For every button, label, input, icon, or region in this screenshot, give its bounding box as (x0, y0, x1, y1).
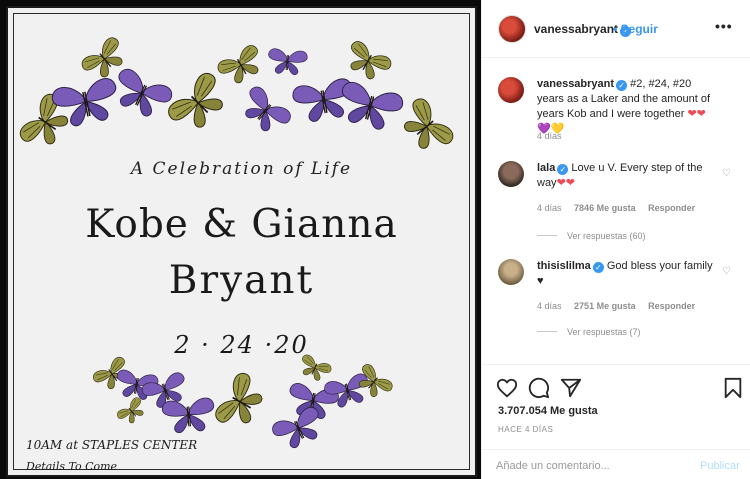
comment-meta: 4 días 2751 Me gusta Responder (537, 301, 705, 311)
bookmark-icon[interactable] (722, 377, 744, 399)
divider (537, 331, 557, 332)
share-icon[interactable] (560, 377, 582, 399)
comment-input[interactable] (496, 460, 686, 472)
comment-message: God bless your family (606, 260, 713, 272)
comment-likes[interactable]: 2751 Me gusta (574, 301, 636, 311)
follow-button[interactable]: • Seguir (613, 22, 658, 36)
verified-icon: ✓ (616, 80, 628, 91)
comment-text: lala ✓ Love u V. Every step of the way❤❤ (537, 161, 717, 191)
comment-emoji: ♥ (537, 275, 544, 287)
view-replies[interactable]: Ver respuestas (60) (537, 231, 646, 241)
like-comment-icon[interactable]: ♡ (722, 168, 731, 179)
like-comment-icon[interactable]: ♡ (722, 266, 731, 277)
celebration-heading: A Celebration of Life (130, 159, 353, 179)
invitation-card: A Celebration of Life Kobe & Gianna Brya… (6, 6, 477, 477)
caption-username[interactable]: vanessabryant (537, 78, 614, 90)
avatar[interactable] (498, 259, 524, 285)
invitation-border: A Celebration of Life Kobe & Gianna Brya… (13, 13, 470, 473)
comment-time[interactable]: 4 días (537, 203, 562, 213)
likes-count[interactable]: 3.707.054 Me gusta (498, 405, 598, 417)
view-replies[interactable]: Ver respuestas (7) (537, 327, 641, 337)
comment-username[interactable]: thisislilma (537, 260, 591, 272)
event-details: Details To Come (26, 460, 118, 473)
avatar[interactable] (498, 161, 524, 187)
comment-meta: 4 días 7846 Me gusta Responder (537, 203, 705, 213)
publish-button[interactable]: Publicar (700, 460, 740, 472)
verified-icon: ✓ (592, 262, 604, 273)
comment-username[interactable]: lala (537, 162, 555, 174)
event-date: 2 · 24 ·20 (174, 331, 309, 359)
comment-emoji: ❤❤ (556, 177, 575, 189)
avatar[interactable] (498, 15, 526, 43)
comment-icon[interactable] (528, 377, 550, 399)
comment-time[interactable]: 4 días (537, 301, 562, 311)
view-replies-label[interactable]: Ver respuestas (60) (567, 231, 646, 241)
more-options-icon[interactable]: ••• (715, 18, 733, 34)
caption-text: vanessabryant ✓ #2, #24, #20 years as a L… (537, 77, 717, 137)
event-venue: 10AM at STAPLES CENTER (26, 438, 198, 452)
add-comment-bar: Publicar (482, 449, 750, 479)
view-replies-label[interactable]: Ver respuestas (7) (567, 327, 641, 337)
reply-button[interactable]: Responder (648, 203, 695, 213)
verified-icon: ✓ (557, 164, 569, 175)
post-time[interactable]: HACE 4 DÍAS (498, 425, 553, 434)
avatar[interactable] (498, 77, 524, 103)
honoree-names: Kobe & Gianna (85, 202, 398, 247)
comments-list[interactable]: vanessabryant ✓ #2, #24, #20 years as a L… (482, 59, 750, 364)
honoree-surname: Bryant (168, 258, 315, 303)
post-sidebar: vanessabryant ✓ • Seguir ••• vanessabryan… (481, 0, 750, 479)
caption-time[interactable]: 4 días (537, 131, 562, 141)
header-username[interactable]: vanessabryant (534, 22, 618, 36)
post-actions: 3.707.054 Me gusta HACE 4 DÍAS Publicar (482, 364, 750, 479)
divider (537, 235, 557, 236)
post-header: vanessabryant ✓ • Seguir ••• (482, 0, 750, 58)
reply-button[interactable]: Responder (648, 301, 695, 311)
heart-icon[interactable] (496, 377, 518, 399)
comment-likes[interactable]: 7846 Me gusta (574, 203, 636, 213)
post-image[interactable]: A Celebration of Life Kobe & Gianna Brya… (0, 0, 481, 479)
caption-meta: 4 días (537, 131, 572, 141)
comment-text: thisislilma ✓ God bless your family ♥ (537, 259, 717, 289)
